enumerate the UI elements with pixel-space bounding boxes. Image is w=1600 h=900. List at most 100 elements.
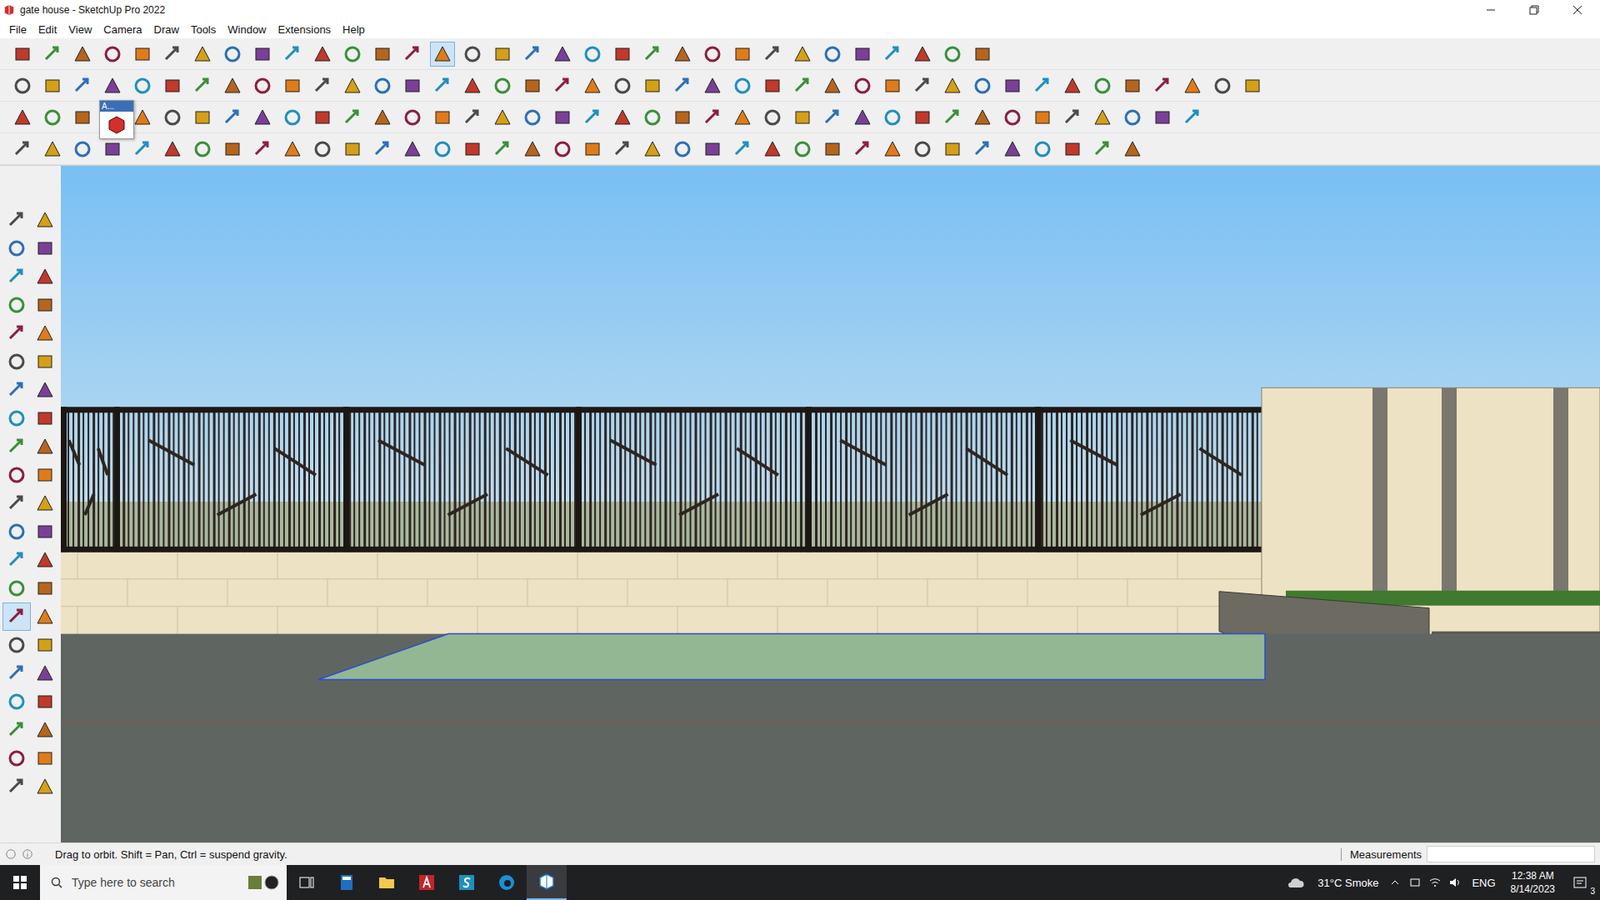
toolbar-button[interactable] bbox=[460, 105, 485, 130]
toolbar-button[interactable] bbox=[460, 41, 485, 67]
tool-button[interactable] bbox=[2, 489, 31, 518]
toolbar-button[interactable] bbox=[880, 73, 905, 99]
tray-device-icon[interactable] bbox=[1405, 875, 1425, 890]
toolbar-button[interactable] bbox=[1030, 73, 1055, 99]
toolbar-button[interactable] bbox=[1210, 73, 1235, 99]
3d-viewport[interactable] bbox=[60, 165, 1600, 843]
tool-button[interactable] bbox=[2, 205, 31, 235]
toolbar-button[interactable] bbox=[190, 41, 215, 67]
toolbar-button[interactable] bbox=[220, 41, 245, 67]
toolbar-button[interactable] bbox=[40, 105, 65, 130]
toolbar-button[interactable] bbox=[70, 73, 95, 99]
toolbar-button[interactable] bbox=[820, 136, 845, 162]
tool-button[interactable] bbox=[2, 602, 31, 631]
toolbar-button[interactable] bbox=[1120, 73, 1145, 99]
tool-button[interactable] bbox=[30, 659, 60, 688]
toolbar-button[interactable] bbox=[820, 105, 845, 130]
toolbar-button[interactable] bbox=[250, 105, 275, 130]
toolbar-button[interactable] bbox=[790, 105, 815, 130]
toolbar-button[interactable] bbox=[550, 73, 575, 99]
toolbar-button[interactable] bbox=[760, 41, 785, 67]
toolbar-button[interactable] bbox=[1150, 73, 1175, 99]
toolbar-button[interactable] bbox=[520, 105, 545, 130]
toolbar-button[interactable] bbox=[220, 73, 245, 99]
toolbar-button[interactable] bbox=[190, 73, 215, 99]
input-language[interactable]: ENG bbox=[1465, 876, 1502, 890]
toolbar-button[interactable] bbox=[250, 73, 275, 99]
menu-item[interactable]: Help bbox=[336, 21, 371, 38]
toolbar-button[interactable] bbox=[10, 73, 35, 99]
tool-button[interactable] bbox=[30, 205, 60, 235]
toolbar-button[interactable] bbox=[910, 136, 935, 162]
toolbar-button[interactable] bbox=[970, 41, 995, 67]
toolbar-button[interactable] bbox=[130, 136, 155, 162]
file-explorer-icon[interactable] bbox=[366, 872, 407, 893]
toolbar-button[interactable] bbox=[100, 41, 125, 67]
toolbar-button[interactable] bbox=[250, 136, 275, 162]
toolbar-button[interactable] bbox=[1150, 105, 1175, 130]
toolbar-button[interactable] bbox=[580, 41, 605, 67]
toolbar-button[interactable] bbox=[610, 136, 635, 162]
toolbar-button[interactable] bbox=[790, 41, 815, 67]
toolbar-button[interactable] bbox=[10, 41, 35, 67]
toolbar-button[interactable] bbox=[40, 41, 65, 67]
toolbar-button[interactable] bbox=[70, 41, 95, 67]
tool-button[interactable] bbox=[30, 517, 60, 546]
toolbar-button[interactable] bbox=[730, 73, 755, 99]
close-icon[interactable] bbox=[1558, 3, 1597, 17]
menu-item[interactable]: Draw bbox=[148, 21, 185, 38]
tool-button[interactable] bbox=[2, 432, 31, 461]
toolbar-button[interactable] bbox=[160, 105, 185, 130]
minimize-icon[interactable] bbox=[1471, 3, 1510, 17]
toolbar-button[interactable] bbox=[310, 105, 335, 130]
toolbar-button[interactable] bbox=[970, 105, 995, 130]
toolbar-button[interactable] bbox=[520, 136, 545, 162]
toolbar-button[interactable] bbox=[1000, 73, 1025, 99]
tool-button[interactable] bbox=[2, 460, 31, 490]
tool-button[interactable] bbox=[2, 545, 31, 575]
tool-button[interactable] bbox=[30, 715, 60, 745]
toolbar-button[interactable] bbox=[610, 41, 635, 67]
tool-button[interactable] bbox=[30, 290, 60, 320]
tool-button[interactable] bbox=[30, 432, 60, 461]
toolbar-button[interactable] bbox=[670, 41, 695, 67]
toolbar-button[interactable] bbox=[310, 73, 335, 99]
restore-icon[interactable] bbox=[1515, 3, 1554, 17]
toolbar-button[interactable] bbox=[250, 41, 275, 67]
toolbar-button[interactable] bbox=[850, 105, 875, 130]
toolbar-button[interactable] bbox=[370, 105, 395, 130]
toolbar-button[interactable] bbox=[130, 41, 155, 67]
toolbar-button[interactable] bbox=[430, 73, 455, 99]
toolbar-button[interactable] bbox=[490, 41, 515, 67]
toolbar-button[interactable] bbox=[700, 41, 725, 67]
toolbar-button[interactable] bbox=[730, 41, 755, 67]
toolbar-button[interactable] bbox=[820, 73, 845, 99]
tool-button[interactable] bbox=[30, 574, 60, 603]
tool-button[interactable] bbox=[2, 630, 31, 660]
tray-chevron-icon[interactable] bbox=[1385, 875, 1405, 890]
toolbar-button[interactable] bbox=[940, 73, 965, 99]
toolbar-button[interactable] bbox=[970, 136, 995, 162]
toolbar-button[interactable] bbox=[460, 73, 485, 99]
tool-button[interactable] bbox=[2, 574, 31, 603]
toolbar-button[interactable] bbox=[1090, 136, 1115, 162]
toolbar-button[interactable] bbox=[820, 41, 845, 67]
menu-item[interactable]: Extensions bbox=[272, 21, 338, 38]
toolbar-button[interactable] bbox=[520, 73, 545, 99]
toolbar-button[interactable] bbox=[550, 41, 575, 67]
toolbar-button[interactable] bbox=[490, 105, 515, 130]
tool-button[interactable] bbox=[30, 630, 60, 660]
toolbar-button[interactable] bbox=[220, 105, 245, 130]
toolbar-button[interactable] bbox=[1060, 136, 1085, 162]
tool-button[interactable] bbox=[30, 234, 60, 263]
toolbar-button[interactable] bbox=[310, 136, 335, 162]
toolbar-button[interactable] bbox=[850, 41, 875, 67]
toolbar-button[interactable] bbox=[40, 136, 65, 162]
toolbar-button[interactable] bbox=[1030, 105, 1055, 130]
toolbar-button[interactable] bbox=[370, 41, 395, 67]
taskbar-sketchup-app[interactable] bbox=[526, 865, 567, 900]
toolbar-button[interactable] bbox=[610, 105, 635, 130]
toolbar-button[interactable] bbox=[640, 73, 665, 99]
menu-item[interactable]: Edit bbox=[32, 21, 63, 38]
toolbar-button[interactable] bbox=[160, 73, 185, 99]
